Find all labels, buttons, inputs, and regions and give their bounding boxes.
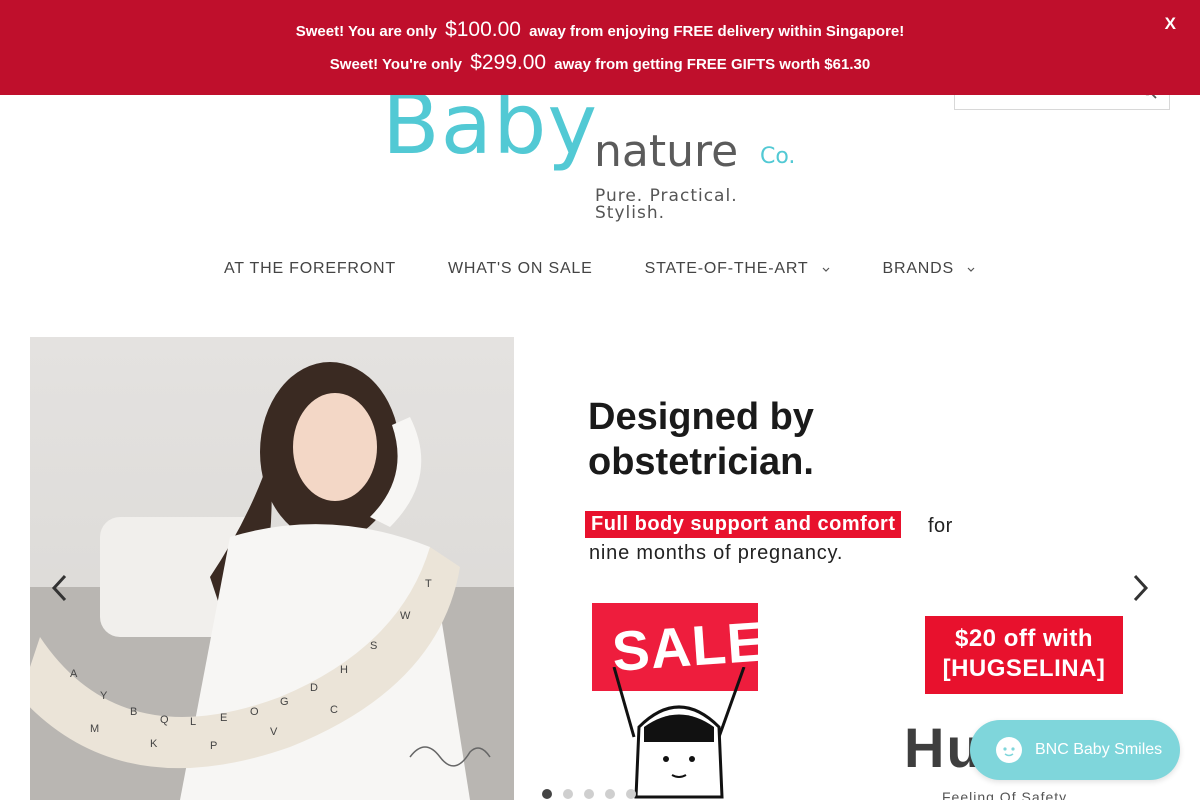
nav-item-state-of-the-art[interactable]: STATE-OF-THE-ART: [645, 260, 831, 278]
chevron-left-icon[interactable]: [48, 573, 72, 603]
svg-text:S: S: [370, 640, 377, 652]
coupon-line1: $20 off with: [954, 625, 1093, 652]
close-icon[interactable]: X: [1165, 14, 1176, 34]
page: Baby nature Co. Pure. Practical. Stylish…: [0, 0, 1200, 800]
free-delivery-amount: $100.00: [445, 18, 521, 41]
free-delivery-suffix: away from enjoying FREE delivery within …: [529, 23, 905, 40]
svg-text:D: D: [310, 682, 318, 694]
nav-item-label: WHAT'S ON SALE: [447, 260, 593, 277]
logo-suffix: Co.: [760, 144, 796, 169]
free-gifts-prefix: Sweet! You're only: [329, 56, 463, 73]
chevron-down-icon: [967, 267, 975, 272]
promo-highlight: Full body support and comfort: [585, 511, 902, 538]
cartoon-figure-illustration: [612, 667, 746, 799]
slider-dot-3[interactable]: [584, 789, 594, 799]
svg-text:H: H: [340, 664, 348, 676]
svg-text:A: A: [70, 668, 78, 680]
svg-text:B: B: [130, 706, 137, 718]
chat-widget-button[interactable]: BNC Baby Smiles: [970, 720, 1180, 780]
free-gifts-amount: $299.00: [470, 51, 547, 74]
nav-item-brands[interactable]: BRANDS: [883, 260, 976, 278]
slider-dots: [542, 789, 647, 799]
svg-text:E: E: [220, 712, 227, 724]
free-delivery-message: Sweet! You are only $100.00 away from en…: [0, 18, 1200, 42]
promo-highlight-after: for: [928, 515, 953, 537]
nav-item-label: BRANDS: [882, 260, 954, 277]
nav-item-label: STATE-OF-THE-ART: [644, 260, 809, 277]
svg-text:Q: Q: [160, 714, 169, 726]
svg-text:V: V: [270, 726, 278, 738]
main-nav: AT THE FOREFRONT WHAT'S ON SALE STATE-OF…: [0, 255, 1200, 283]
brand-tagline: Feeling Of Safety: [942, 789, 1068, 800]
slider-dot-5[interactable]: [626, 789, 636, 799]
svg-text:L: L: [190, 716, 196, 728]
chevron-right-icon[interactable]: [1128, 573, 1152, 603]
coupon-badge: $20 off with [HUGSELINA]: [925, 616, 1123, 694]
svg-text:C: C: [330, 704, 338, 716]
coupon-line2: [HUGSELINA]: [942, 655, 1106, 682]
promo-headline-line1: Designed by: [588, 396, 814, 438]
svg-text:G: G: [280, 696, 289, 708]
svg-text:O: O: [250, 706, 259, 718]
svg-text:M: M: [90, 723, 99, 735]
svg-text:P: P: [210, 740, 217, 752]
announcement-bar: Sweet! You are only $100.00 away from en…: [0, 0, 1200, 95]
promo-headline: Designed by obstetrician.: [588, 395, 814, 485]
svg-text:Y: Y: [100, 690, 108, 702]
promo-subline: nine months of pregnancy.: [589, 542, 844, 564]
svg-text:W: W: [400, 610, 411, 622]
free-gifts-suffix: away from getting FREE GIFTS worth $61.3…: [554, 56, 871, 73]
svg-text:K: K: [150, 738, 158, 750]
photo-illustration: A Y B Q L E O G D H S W T M K P V C: [30, 362, 514, 800]
slide-photo-mother-with-pillow: A Y B Q L E O G D H S W T M K P V C: [30, 337, 514, 800]
chevron-down-icon: [822, 267, 829, 272]
nav-item-whats-on-sale[interactable]: WHAT'S ON SALE: [448, 260, 593, 278]
logo-tagline: Pure. Practical. Stylish.: [595, 186, 738, 223]
nav-item-label: AT THE FOREFRONT: [224, 260, 396, 277]
promo-headline-line2: obstetrician.: [588, 441, 814, 483]
free-delivery-prefix: Sweet! You are only: [295, 23, 437, 40]
nav-item-at-the-forefront[interactable]: AT THE FOREFRONT: [224, 260, 396, 278]
slider-dot-2[interactable]: [563, 789, 573, 799]
logo-word-nature: nature: [594, 126, 739, 177]
chat-face-icon: [996, 737, 1022, 763]
slider-dot-4[interactable]: [605, 789, 615, 799]
slider-dot-1[interactable]: [542, 789, 552, 799]
free-gifts-message: Sweet! You're only $299.00 away from get…: [0, 51, 1200, 75]
svg-text:T: T: [425, 578, 432, 590]
chat-widget-label: BNC Baby Smiles: [1035, 741, 1163, 758]
